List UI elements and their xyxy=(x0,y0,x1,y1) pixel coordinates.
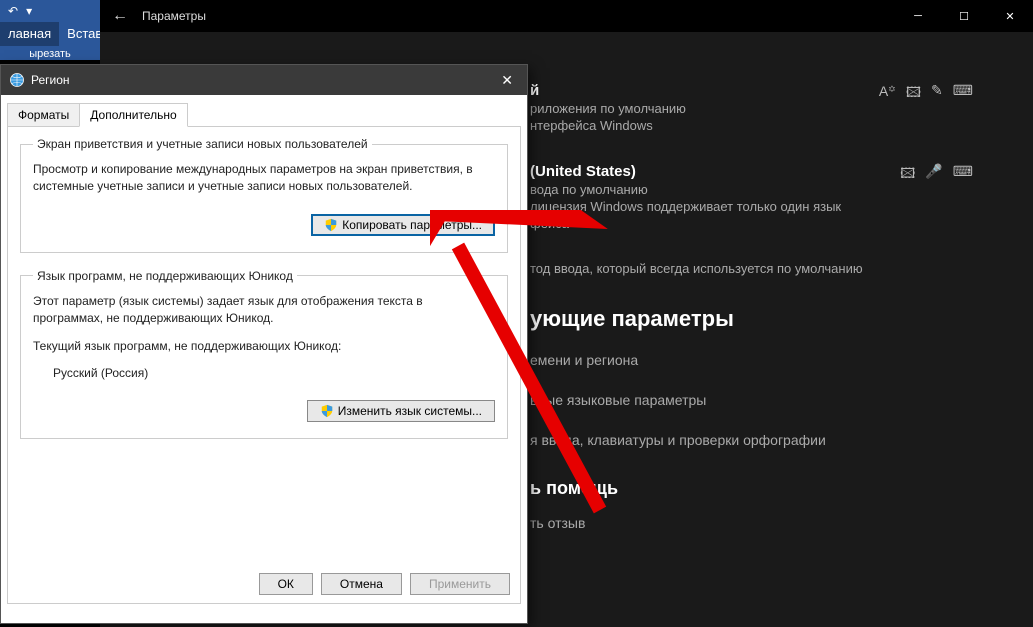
lang1-line2: нтерфейса Windows xyxy=(530,118,686,133)
feedback-link[interactable]: ть отзыв xyxy=(530,515,1033,531)
change-system-locale-label: Изменить язык системы... xyxy=(338,404,482,418)
related-link-input-spell[interactable]: я ввода, клавиатуры и проверки орфографи… xyxy=(530,432,1033,448)
lang2-line1: вода по умолчанию xyxy=(530,182,841,197)
close-button[interactable]: ✕ xyxy=(987,0,1033,32)
welcome-screen-legend: Экран приветствия и учетные записи новых… xyxy=(33,137,372,151)
lang1-line1: риложения по умолчанию xyxy=(530,101,686,116)
current-lang-label: Текущий язык программ, не поддерживающих… xyxy=(33,338,495,355)
ok-button[interactable]: ОК xyxy=(259,573,313,595)
tab-formats[interactable]: Форматы xyxy=(7,103,80,127)
non-unicode-legend: Язык программ, не поддерживающих Юникод xyxy=(33,269,297,283)
keyboard-icon: ⌨ xyxy=(953,82,973,106)
word-ribbon-fragment: ↶ ▾ лавная Встав ырезать xyxy=(0,0,100,60)
word-tab-home[interactable]: лавная xyxy=(0,22,59,46)
welcome-screen-group: Экран приветствия и учетные записи новых… xyxy=(20,137,508,253)
region-title-text: Регион xyxy=(31,73,70,87)
copy-settings-button[interactable]: Копировать параметры... xyxy=(311,214,495,236)
region-titlebar: Регион ✕ xyxy=(1,65,527,95)
mic-icon: 🎤 xyxy=(925,163,942,187)
back-icon[interactable]: ← xyxy=(112,7,128,25)
language-item-1[interactable]: й риложения по умолчанию нтерфейса Windo… xyxy=(530,82,1033,133)
settings-titlebar: ← Параметры ─ ☐ ✕ xyxy=(100,0,1033,32)
copy-settings-label: Копировать параметры... xyxy=(342,218,482,232)
text-to-speech-icon: A꙳ xyxy=(879,82,896,106)
related-link-admin-lang[interactable]: вные языковые параметры xyxy=(530,392,1033,408)
apply-button[interactable]: Применить xyxy=(410,573,510,595)
handwriting-icon: ✎ xyxy=(931,82,943,106)
settings-title: Параметры xyxy=(142,9,206,23)
default-input-note: тод ввода, который всегда используется п… xyxy=(530,261,1033,276)
tab-advanced[interactable]: Дополнительно xyxy=(79,103,187,127)
non-unicode-group: Язык программ, не поддерживающих Юникод … xyxy=(20,269,508,440)
lang1-name: й xyxy=(530,82,686,99)
cancel-button[interactable]: Отмена xyxy=(321,573,402,595)
uac-shield-icon xyxy=(320,404,334,418)
lang2-line3: фейса xyxy=(530,216,841,231)
uac-shield-icon xyxy=(324,218,338,232)
help-heading: ь помощь xyxy=(530,478,1033,499)
speech-icon: 🖾 xyxy=(900,163,915,187)
related-link-datetime[interactable]: емени и региона xyxy=(530,352,1033,368)
lang2-line2: лицензия Windows поддерживает только оди… xyxy=(530,199,841,214)
undo-icon[interactable]: ↶ xyxy=(8,4,18,18)
keyboard-icon: ⌨ xyxy=(953,163,973,187)
globe-icon xyxy=(9,72,25,88)
qat-dropdown-icon[interactable]: ▾ xyxy=(26,4,32,18)
lang2-name: (United States) xyxy=(530,163,841,180)
current-lang-value: Русский (Россия) xyxy=(33,365,495,382)
word-group-clipboard: ырезать xyxy=(0,46,100,62)
region-close-button[interactable]: ✕ xyxy=(495,70,519,91)
change-system-locale-button[interactable]: Изменить язык системы... xyxy=(307,400,495,422)
minimize-button[interactable]: ─ xyxy=(895,0,941,32)
non-unicode-text: Этот параметр (язык системы) задает язык… xyxy=(33,293,495,328)
speech-icon: 🖾 xyxy=(906,82,921,106)
welcome-screen-text: Просмотр и копирование международных пар… xyxy=(33,161,495,196)
word-qat: ↶ ▾ xyxy=(0,0,100,22)
language-item-2[interactable]: (United States) вода по умолчанию лиценз… xyxy=(530,163,1033,231)
maximize-button[interactable]: ☐ xyxy=(941,0,987,32)
region-dialog: Регион ✕ Форматы Дополнительно Экран при… xyxy=(0,64,528,624)
related-heading: ующие параметры xyxy=(530,306,1033,332)
